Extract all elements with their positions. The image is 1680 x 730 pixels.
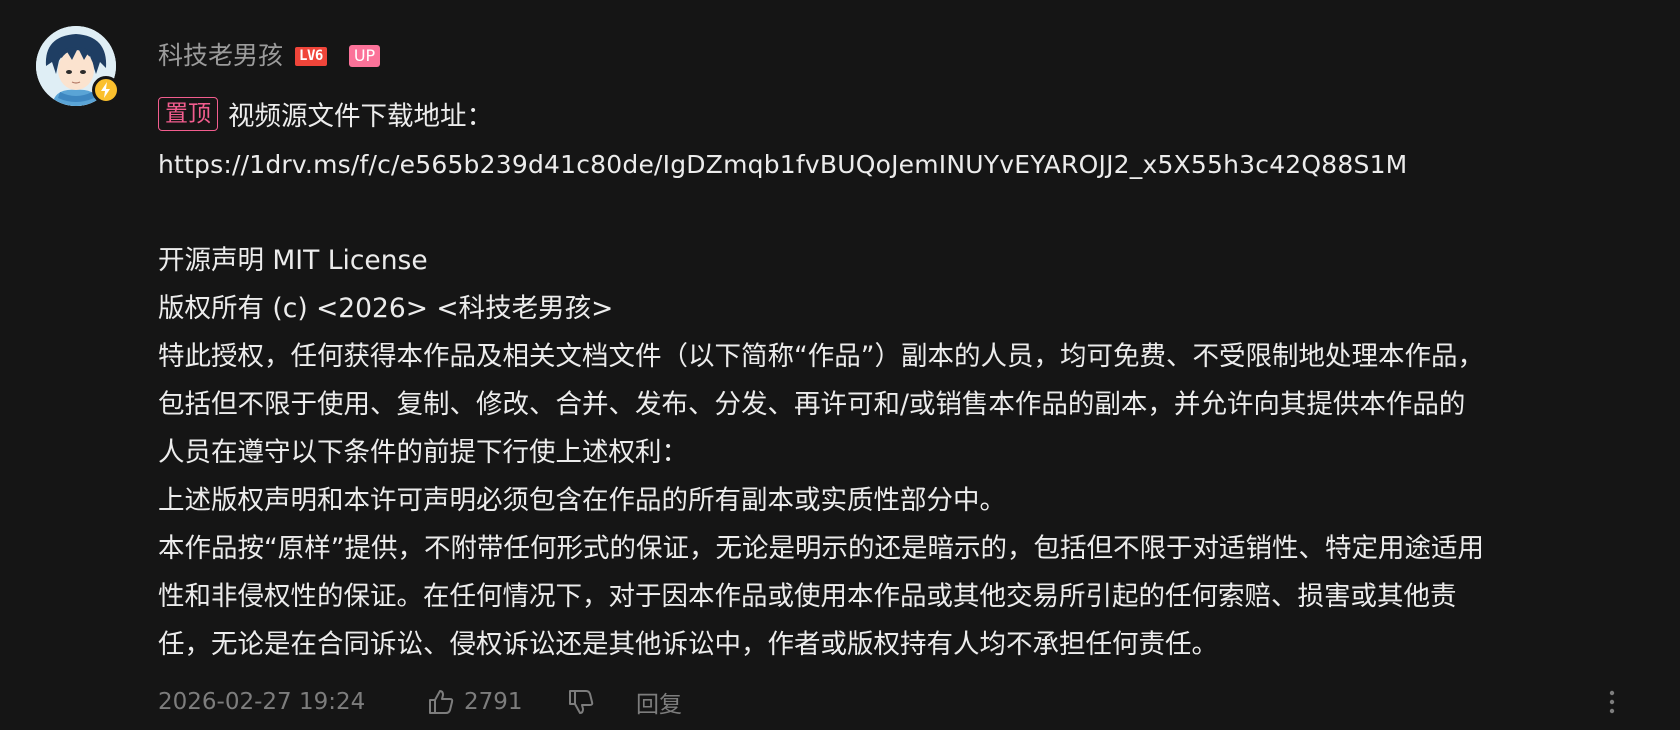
dislike-button[interactable] [566,687,636,717]
comment-timestamp: 2026-02-27 19:24 [158,689,366,715]
comment-line: 包括但不限于使用、复制、修改、合并、发布、分发、再许可和/或销售本作品的副本，并… [158,389,1466,420]
reply-button[interactable]: 回复 [636,685,682,719]
thumbs-down-icon[interactable] [566,687,596,717]
like-count: 2791 [464,689,523,715]
comment-line: 任，无论是在合同诉讼、侵权诉讼还是其他诉讼中，作者或版权持有人均不承担任何责任。 [158,629,1218,660]
comment-footer: 2026-02-27 19:24 2791 回复 [158,682,1615,722]
comment-line: 人员在遵守以下条件的前提下行使上述权利： [158,437,688,468]
download-link[interactable]: https://1drv.ms/f/c/e565b239d41c80de/IgD… [158,141,1658,189]
comment-line: 开源声明 MIT License [158,245,428,276]
comment-line: 本作品按“原样”提供，不附带任何形式的保证，无论是明示的还是暗示的，包括但不限于… [158,533,1484,564]
comment-line: 性和非侵权性的保证。在任何情况下，对于因本作品或使用本作品或其他交易所引起的任何… [158,581,1457,612]
author-name[interactable]: 科技老男孩 [158,38,283,74]
pinned-tag: 置顶 [158,97,218,131]
comment-body: 置顶 视频源文件下载地址： https://1drv.ms/f/c/e565b23… [158,93,1658,669]
comment-item: 科技老男孩 LV6 UP 置顶 视频源文件下载地址： https://1drv.m… [0,0,1680,730]
like-button[interactable]: 2791 [426,687,566,717]
thumbs-up-icon[interactable] [426,687,456,717]
comment-line: 置顶 视频源文件下载地址： [158,93,1658,141]
comment-line: 上述版权声明和本许可声明必须包含在作品的所有副本或实质性部分中。 [158,485,1006,516]
comment-line-text: 视频源文件下载地址： [228,101,493,132]
comment-header: 科技老男孩 LV6 UP [158,38,381,74]
avatar[interactable] [36,26,120,106]
comment-line: 版权所有 (c) <2026> <科技老男孩> [158,293,614,324]
more-vertical-icon[interactable] [1596,686,1628,718]
level-badge: LV6 [295,46,327,66]
comment-line: 特此授权，任何获得本作品及相关文档文件（以下简称“作品”）副本的人员，均可免费、… [158,341,1484,372]
up-badge: UP [348,45,381,67]
comment-line [158,189,1658,237]
lightning-icon [92,76,120,104]
